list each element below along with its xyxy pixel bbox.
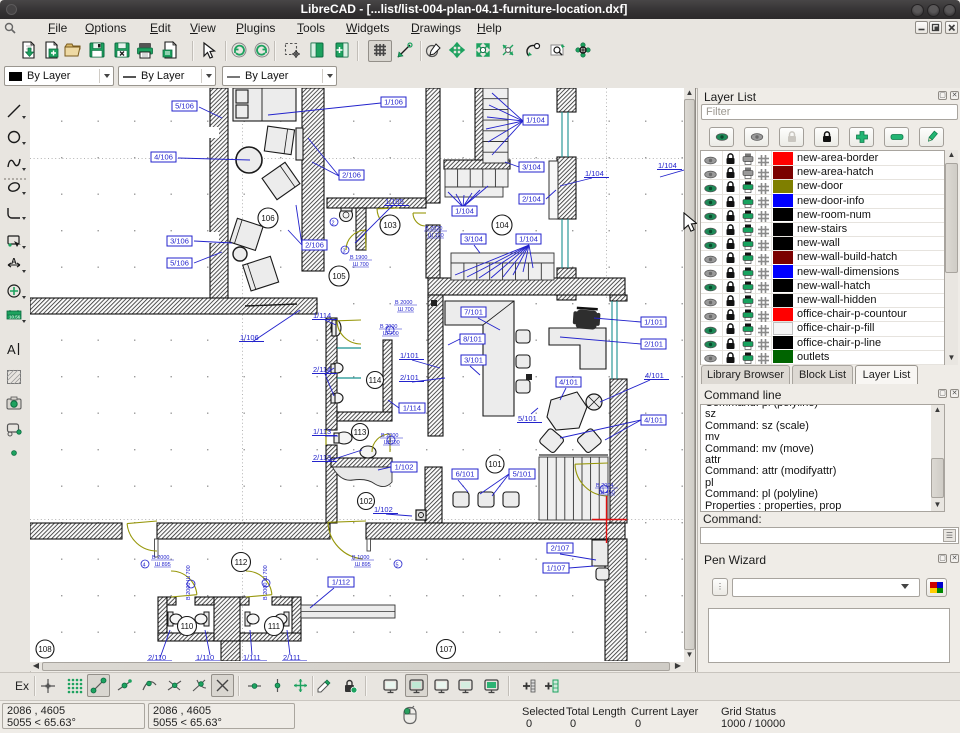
svg-text:1/104: 1/104 xyxy=(585,169,604,178)
svg-text:2/101: 2/101 xyxy=(644,340,663,349)
svg-text:103: 103 xyxy=(383,221,397,230)
svg-text:1: 1 xyxy=(602,488,605,494)
svg-text:111: 111 xyxy=(268,622,281,631)
svg-text:4: 4 xyxy=(143,563,146,569)
svg-text:2/106: 2/106 xyxy=(342,171,361,180)
svg-text:1/102: 1/102 xyxy=(395,463,414,472)
svg-text:1/114: 1/114 xyxy=(313,311,331,320)
svg-text:1/105: 1/105 xyxy=(385,197,404,206)
svg-text:1/101: 1/101 xyxy=(400,351,419,360)
svg-text:5/101: 5/101 xyxy=(513,470,532,479)
svg-text:1/104: 1/104 xyxy=(455,207,474,216)
svg-text:3/101: 3/101 xyxy=(464,356,483,365)
svg-text:2/101: 2/101 xyxy=(400,373,419,382)
svg-text:2/111: 2/111 xyxy=(283,653,301,661)
svg-text:1/106: 1/106 xyxy=(240,333,259,342)
svg-text:A: A xyxy=(11,257,17,266)
svg-text:8/101: 8/101 xyxy=(463,335,482,344)
svg-text:4/101: 4/101 xyxy=(559,378,578,387)
svg-text:5/106: 5/106 xyxy=(170,259,189,268)
svg-text:1/113: 1/113 xyxy=(313,427,331,436)
svg-text:107: 107 xyxy=(439,645,453,654)
svg-text:110: 110 xyxy=(181,622,194,631)
svg-text:2/107: 2/107 xyxy=(551,544,570,553)
svg-text:108: 108 xyxy=(38,645,52,654)
svg-text:2: 2 xyxy=(332,221,335,227)
svg-text:3/106: 3/106 xyxy=(170,237,189,246)
svg-text:1/112: 1/112 xyxy=(332,578,350,587)
svg-text:6/101: 6/101 xyxy=(456,470,475,479)
svg-text:4/101: 4/101 xyxy=(645,371,664,380)
svg-text:4: 4 xyxy=(388,329,391,335)
svg-text:105: 105 xyxy=(332,272,346,281)
svg-text:1/107: 1/107 xyxy=(547,564,566,573)
svg-text:4/101: 4/101 xyxy=(644,416,663,425)
svg-text:1/104: 1/104 xyxy=(526,116,545,125)
svg-text:2/114: 2/114 xyxy=(313,365,331,374)
svg-text:113: 113 xyxy=(354,428,367,437)
svg-text:2/104: 2/104 xyxy=(522,195,541,204)
svg-text:5: 5 xyxy=(396,563,399,569)
svg-text:1/101: 1/101 xyxy=(644,318,663,327)
svg-text:1/114: 1/114 xyxy=(403,404,421,413)
svg-text:3: 3 xyxy=(343,249,346,255)
svg-text:3/104: 3/104 xyxy=(522,163,541,172)
svg-text:2/110: 2/110 xyxy=(148,653,166,661)
svg-text:A: A xyxy=(7,342,16,357)
svg-text:101: 101 xyxy=(488,460,502,469)
svg-text:1/104: 1/104 xyxy=(519,235,538,244)
svg-text:114: 114 xyxy=(369,376,382,385)
svg-text:1/110: 1/110 xyxy=(196,653,214,661)
svg-text:4/106: 4/106 xyxy=(154,153,173,162)
svg-text:10.56: 10.56 xyxy=(9,315,21,320)
svg-text:7/101: 7/101 xyxy=(464,308,483,317)
svg-text:1/106: 1/106 xyxy=(384,98,403,107)
svg-text:112: 112 xyxy=(235,558,248,567)
svg-text:2/106: 2/106 xyxy=(305,241,324,250)
svg-text:1/102: 1/102 xyxy=(374,505,393,514)
svg-text:5/106: 5/106 xyxy=(175,102,194,111)
svg-text:4: 4 xyxy=(389,439,392,445)
svg-text:5/101: 5/101 xyxy=(518,414,537,423)
svg-text:1/104: 1/104 xyxy=(658,161,677,170)
svg-text:3/104: 3/104 xyxy=(464,235,483,244)
svg-text:102: 102 xyxy=(359,497,373,506)
svg-text:106: 106 xyxy=(261,214,275,223)
svg-text:104: 104 xyxy=(495,221,509,230)
svg-text:B 2000 Ш 700: B 2000 Ш 700 xyxy=(263,565,269,600)
